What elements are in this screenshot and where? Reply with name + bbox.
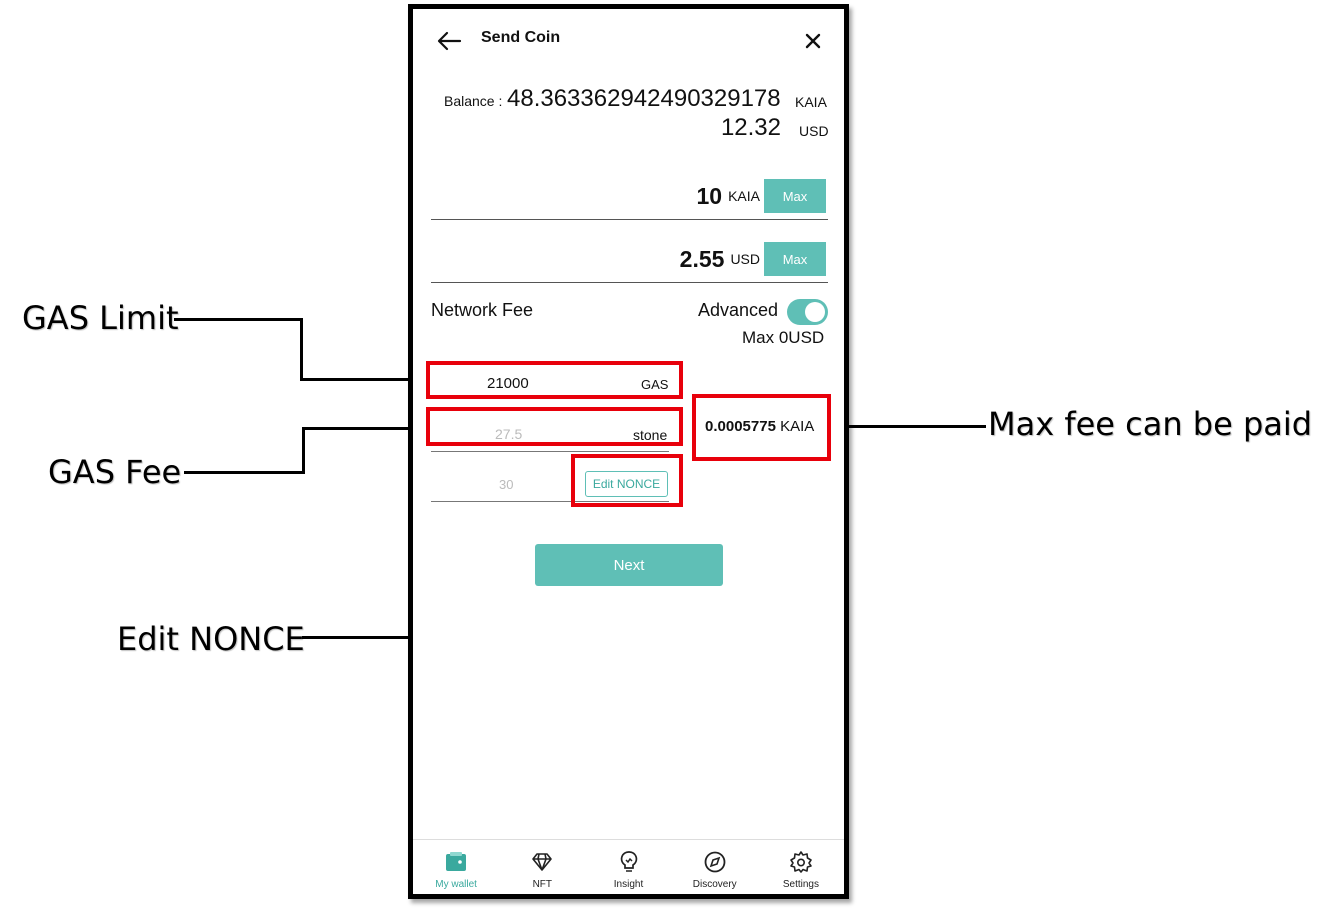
max-fee-usd: Max 0USD <box>742 328 825 347</box>
balance-usd-value: 12.32 <box>720 114 781 141</box>
annotation-gas-limit: GAS Limit <box>22 299 179 337</box>
amount-usd-unit: USD <box>730 251 760 267</box>
nav-label: My wallet <box>435 879 477 890</box>
diamond-icon <box>532 853 553 871</box>
annotation-edit-nonce: Edit NONCE <box>117 620 305 658</box>
nav-label: Insight <box>613 879 644 890</box>
amount-kaia-value[interactable]: 10 <box>697 183 723 210</box>
nonce-input[interactable]: 30 <box>499 477 513 492</box>
network-fee-label: Network Fee <box>431 300 534 320</box>
compass-icon <box>704 851 726 873</box>
nav-label: Settings <box>782 879 819 890</box>
nav-item-nft[interactable]: NFT <box>499 840 585 894</box>
amount-usd-value[interactable]: 2.55 <box>680 246 725 273</box>
annotation-max-fee: Max fee can be paid <box>988 405 1313 443</box>
page-title: Send Coin <box>481 29 561 46</box>
nav-item-insight[interactable]: Insight <box>585 840 671 894</box>
amount-kaia-unit: KAIA <box>728 188 760 204</box>
divider <box>431 282 828 283</box>
balance-unit: KAIA <box>795 94 827 110</box>
bottom-nav: My wallet NFT Insight Discovery Settings <box>413 839 844 894</box>
balance-usd-unit: USD <box>799 123 829 139</box>
nav-label: NFT <box>532 879 553 890</box>
divider <box>431 219 828 220</box>
back-arrow-icon[interactable] <box>435 28 463 54</box>
next-button[interactable]: Next <box>535 544 723 586</box>
amount-kaia-field[interactable]: 10 KAIA Max <box>697 179 826 213</box>
amount-usd-field[interactable]: 2.55 USD Max <box>680 242 826 276</box>
highlight-edit-nonce <box>571 454 683 507</box>
highlight-max-fee <box>692 394 831 461</box>
highlight-gas-limit <box>426 361 683 399</box>
wallet-icon <box>446 852 467 871</box>
advanced-toggle[interactable] <box>787 299 828 325</box>
highlight-gas-fee <box>426 407 683 446</box>
nav-item-my-wallet[interactable]: My wallet <box>413 840 499 894</box>
gear-icon <box>790 851 812 873</box>
balance-label: Balance : <box>444 93 503 109</box>
lightbulb-icon <box>620 851 637 872</box>
nav-label: Discovery <box>692 879 737 890</box>
advanced-label: Advanced <box>698 300 779 320</box>
close-icon[interactable] <box>801 29 825 53</box>
nav-item-discovery[interactable]: Discovery <box>672 840 758 894</box>
gas-fee-underline <box>431 451 669 452</box>
max-kaia-button[interactable]: Max <box>764 179 826 213</box>
annotation-gas-fee: GAS Fee <box>48 453 182 491</box>
balance-value: 48.363362942490329178 <box>507 85 781 112</box>
max-usd-button[interactable]: Max <box>764 242 826 276</box>
nav-item-settings[interactable]: Settings <box>758 840 844 894</box>
